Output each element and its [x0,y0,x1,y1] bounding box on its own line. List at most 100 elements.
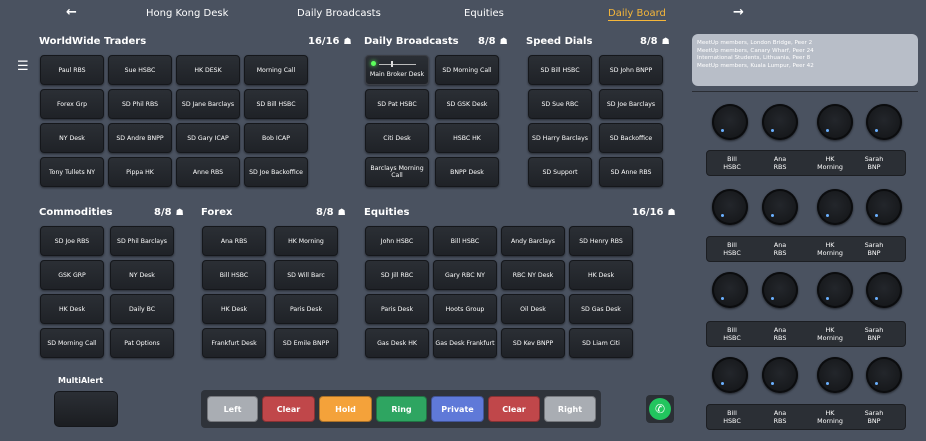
dial-button[interactable]: NY Desk [40,123,104,153]
forward-arrow-icon[interactable]: → [733,5,744,20]
dial-button[interactable]: SD Henry RBS [569,226,633,256]
people-icon: ☗ [499,37,508,47]
dial-button[interactable]: Andy Barclays [501,226,565,256]
dial-button[interactable]: SD Pat HSBC [365,89,429,119]
volume-knob[interactable] [712,104,748,140]
action-button-hold[interactable]: Hold [319,396,372,422]
dial-button[interactable]: HK Desk [569,260,633,290]
dial-button[interactable]: HK Desk [40,294,104,324]
dial-button[interactable]: Pat Options [110,328,174,358]
dial-button[interactable]: SD Gary ICAP [176,123,240,153]
dial-button[interactable]: Paul RBS [40,55,104,85]
dial-button[interactable]: SD Morning Call [435,55,499,85]
action-button-private[interactable]: Private [431,396,484,422]
dial-button[interactable]: SD Jane Barclays [176,89,240,119]
dial-button[interactable]: SD Harry Barclays [528,123,592,153]
dial-button[interactable]: Barclays Morning Call [365,157,429,187]
dial-button[interactable]: Frankfurt Desk [202,328,266,358]
action-button-left[interactable]: Left [207,396,258,422]
dial-button[interactable]: HK Morning [274,226,338,256]
dial-button[interactable]: SD Liam Citi [569,328,633,358]
action-button-clear[interactable]: Clear [488,396,540,422]
dial-button[interactable]: Bob ICAP [244,123,308,153]
dial-button[interactable]: Pippa HK [108,157,172,187]
dial-button[interactable]: GSK GRP [40,260,104,290]
tab-hong-kong-desk[interactable]: Hong Kong Desk [146,8,228,19]
dial-button[interactable]: SD Jill RBC [365,260,429,290]
volume-knob[interactable] [817,272,853,308]
dial-button[interactable]: SD Will Barc [274,260,338,290]
dial-button[interactable]: HSBC HK [435,123,499,153]
volume-knob[interactable] [762,104,798,140]
dial-button[interactable]: NY Desk [110,260,174,290]
dial-button[interactable]: HK DESK [176,55,240,85]
dial-button[interactable]: Morning Call [244,55,308,85]
volume-knob[interactable] [866,357,902,393]
dial-button[interactable]: BNPP Desk [435,157,499,187]
volume-knob[interactable] [866,272,902,308]
dial-button[interactable]: Oil Desk [501,294,565,324]
tab-equities[interactable]: Equities [464,8,504,19]
dial-button[interactable]: SD Kev BNPP [501,328,565,358]
dial-button[interactable]: Ana RBS [202,226,266,256]
dial-button[interactable]: SD Support [528,157,592,187]
volume-knob[interactable] [762,189,798,225]
dial-button[interactable]: Main Broker Desk [365,55,429,85]
dial-button[interactable]: SD Backoffice [599,123,663,153]
volume-knob[interactable] [762,357,798,393]
volume-knob[interactable] [712,357,748,393]
dial-button[interactable]: Tony Tullets NY [40,157,104,187]
dial-button[interactable]: SD Bill HSBC [528,55,592,85]
dial-button[interactable]: Gas Desk Frankfurt [433,328,497,358]
dial-button[interactable]: SD Gas Desk [569,294,633,324]
dial-button-label: SD Jill RBC [380,271,414,279]
action-button-ring[interactable]: Ring [376,396,427,422]
level-slider-handle[interactable] [391,61,393,67]
multialert-button[interactable] [54,391,118,427]
dial-button[interactable]: John HSBC [365,226,429,256]
volume-knob[interactable] [712,272,748,308]
dial-button[interactable]: SD Morning Call [40,328,104,358]
call-button[interactable]: ✆ [646,395,674,423]
dial-button[interactable]: Paris Desk [365,294,429,324]
dial-button[interactable]: SD Bill HSBC [244,89,308,119]
dial-button[interactable]: SD Emile BNPP [274,328,338,358]
dial-button[interactable]: Gas Desk HK [365,328,429,358]
dial-button[interactable]: Paris Desk [274,294,338,324]
volume-knob[interactable] [866,104,902,140]
action-button-clear[interactable]: Clear [262,396,315,422]
tab-daily-board[interactable]: Daily Board [608,8,666,21]
dial-button[interactable]: Hoots Group [433,294,497,324]
dial-button[interactable]: SD Joe Barclays [599,89,663,119]
dial-button[interactable]: Anne RBS [176,157,240,187]
dial-button[interactable]: SD Sue RBC [528,89,592,119]
back-arrow-icon[interactable]: ← [66,5,77,20]
dial-button[interactable]: Bill HSBC [433,226,497,256]
dial-button-label: SD Henry RBS [579,237,623,245]
dial-button[interactable]: RBC NY Desk [501,260,565,290]
volume-knob[interactable] [817,189,853,225]
volume-knob[interactable] [817,104,853,140]
dial-button[interactable]: SD GSK Desk [435,89,499,119]
dial-button[interactable]: SD Phil RBS [108,89,172,119]
dial-button[interactable]: SD Andre BNPP [108,123,172,153]
volume-knob[interactable] [712,189,748,225]
dial-button[interactable]: Forex Grp [40,89,104,119]
dial-button[interactable]: SD John BNPP [599,55,663,85]
dial-button[interactable]: SD Joe RBS [40,226,104,256]
volume-knob[interactable] [817,357,853,393]
tab-daily-broadcasts[interactable]: Daily Broadcasts [297,8,381,19]
action-button-right[interactable]: Right [544,396,596,422]
dial-button[interactable]: SD Anne RBS [599,157,663,187]
dial-button[interactable]: Daily BC [110,294,174,324]
hamburger-menu-icon[interactable]: ☰ [17,59,29,74]
dial-button[interactable]: SD Joe Backoffice [244,157,308,187]
dial-button[interactable]: Gary RBC NY [433,260,497,290]
dial-button[interactable]: SD Phil Barclays [110,226,174,256]
dial-button[interactable]: Citi Desk [365,123,429,153]
dial-button[interactable]: HK Desk [202,294,266,324]
dial-button[interactable]: Sue HSBC [108,55,172,85]
volume-knob[interactable] [866,189,902,225]
dial-button[interactable]: Bill HSBC [202,260,266,290]
volume-knob[interactable] [762,272,798,308]
